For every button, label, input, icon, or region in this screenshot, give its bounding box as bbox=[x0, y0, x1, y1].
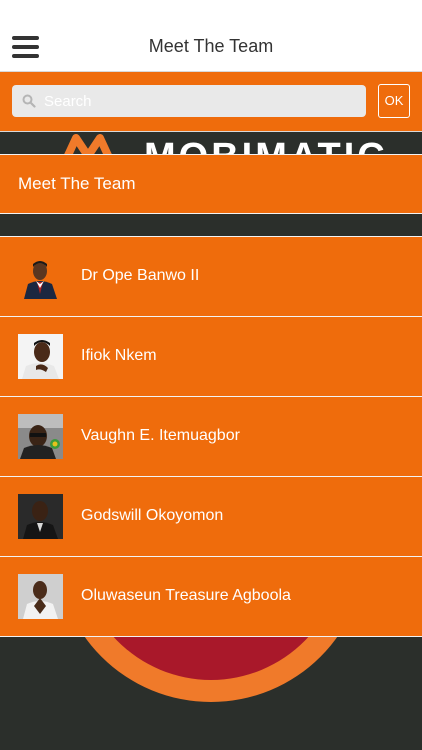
team-member-row[interactable]: Godswill Okoyomon bbox=[0, 476, 422, 556]
avatar bbox=[18, 494, 63, 539]
team-member-name: Oluwaseun Treasure Agboola bbox=[81, 587, 291, 604]
team-member-row[interactable]: Vaughn E. Itemuagbor bbox=[0, 396, 422, 476]
avatar bbox=[18, 254, 63, 299]
avatar bbox=[18, 414, 63, 459]
avatar bbox=[18, 334, 63, 379]
avatar bbox=[18, 574, 63, 619]
app-screen: MOBIMATIC Meet The Team OK Meet The Team bbox=[0, 0, 422, 750]
team-member-row[interactable]: Dr Ope Banwo II bbox=[0, 236, 422, 316]
search-field[interactable] bbox=[12, 85, 366, 117]
team-member-row[interactable]: Oluwaseun Treasure Agboola bbox=[0, 556, 422, 637]
team-member-name: Ifiok Nkem bbox=[81, 347, 157, 364]
search-icon bbox=[22, 94, 36, 108]
top-nav-bar: Meet The Team bbox=[0, 0, 422, 72]
team-member-row[interactable]: Ifiok Nkem bbox=[0, 316, 422, 396]
section-title: Meet The Team bbox=[18, 174, 136, 193]
team-member-name: Vaughn E. Itemuagbor bbox=[81, 427, 240, 444]
section-header: Meet The Team bbox=[0, 154, 422, 214]
ok-button[interactable]: OK bbox=[378, 84, 410, 118]
team-member-name: Godswill Okoyomon bbox=[81, 507, 224, 524]
team-member-name: Dr Ope Banwo II bbox=[81, 267, 200, 284]
page-title: Meet The Team bbox=[148, 36, 274, 56]
team-list: Dr Ope Banwo II Ifiok Nkem Vaughn E. Ite… bbox=[0, 236, 422, 637]
search-input[interactable] bbox=[44, 85, 354, 117]
search-bar: OK bbox=[0, 72, 422, 132]
